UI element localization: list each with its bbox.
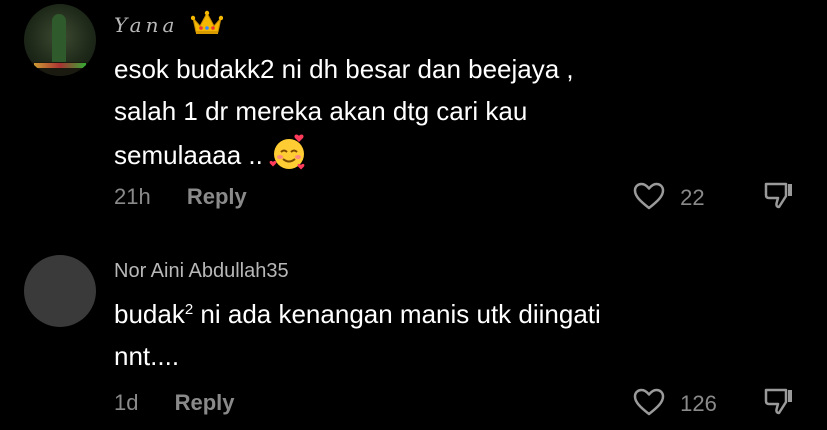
timestamp: 21h xyxy=(114,184,151,209)
thumbs-down-icon xyxy=(762,388,796,424)
heart-icon xyxy=(632,388,672,416)
dislike-button[interactable] xyxy=(762,180,796,219)
comment-line-last: semulaaaa .. xyxy=(114,132,574,184)
avatar[interactable] xyxy=(24,4,96,76)
avatar[interactable] xyxy=(24,255,96,327)
heart-icon xyxy=(632,182,672,210)
comment-item: Nor Aini Abdullah35 budak2 ni ada kenang… xyxy=(0,245,827,430)
comment-line: esok budakk2 ni dh besar dan beejaya , xyxy=(114,54,574,84)
comment-line-text: semulaaaa .. xyxy=(114,140,263,170)
reply-button[interactable]: Reply xyxy=(175,390,235,416)
thumbs-down-icon xyxy=(762,182,796,218)
comment-text: esok budakk2 ni dh besar dan beejaya , s… xyxy=(114,48,574,184)
comment-line: nnt.... xyxy=(114,341,180,371)
username[interactable]: Yana xyxy=(114,10,223,41)
username-label: Yana xyxy=(114,13,179,37)
crown-icon xyxy=(190,10,223,41)
like-button[interactable]: 22 xyxy=(624,181,705,211)
like-count: 22 xyxy=(680,185,705,210)
reply-button[interactable]: Reply xyxy=(187,184,247,210)
comment-item: Yana esok budakk2 ni dh besar dan beejay… xyxy=(0,0,827,225)
comment-text-part: ni ada kenangan manis utk diingati xyxy=(193,299,601,329)
username-label: Nor Aini Abdullah35 xyxy=(114,260,289,282)
comment-text: budak2 ni ada kenangan manis utk diingat… xyxy=(114,293,601,377)
superscript: 2 xyxy=(184,301,194,318)
comment-line: budak2 ni ada kenangan manis utk diingat… xyxy=(114,293,601,335)
timestamp: 1d xyxy=(114,390,139,415)
username[interactable]: Nor Aini Abdullah35 xyxy=(114,260,289,283)
comment-text-part: budak xyxy=(114,299,185,329)
comment-line: salah 1 dr mereka akan dtg cari kau xyxy=(114,96,528,126)
smiling-face-with-hearts-icon xyxy=(269,132,309,184)
like-count: 126 xyxy=(680,391,717,416)
comment-meta: 1d Reply xyxy=(114,390,235,416)
dislike-button[interactable] xyxy=(762,386,796,425)
comment-meta: 21h Reply xyxy=(114,184,247,210)
like-button[interactable]: 126 xyxy=(624,387,717,417)
